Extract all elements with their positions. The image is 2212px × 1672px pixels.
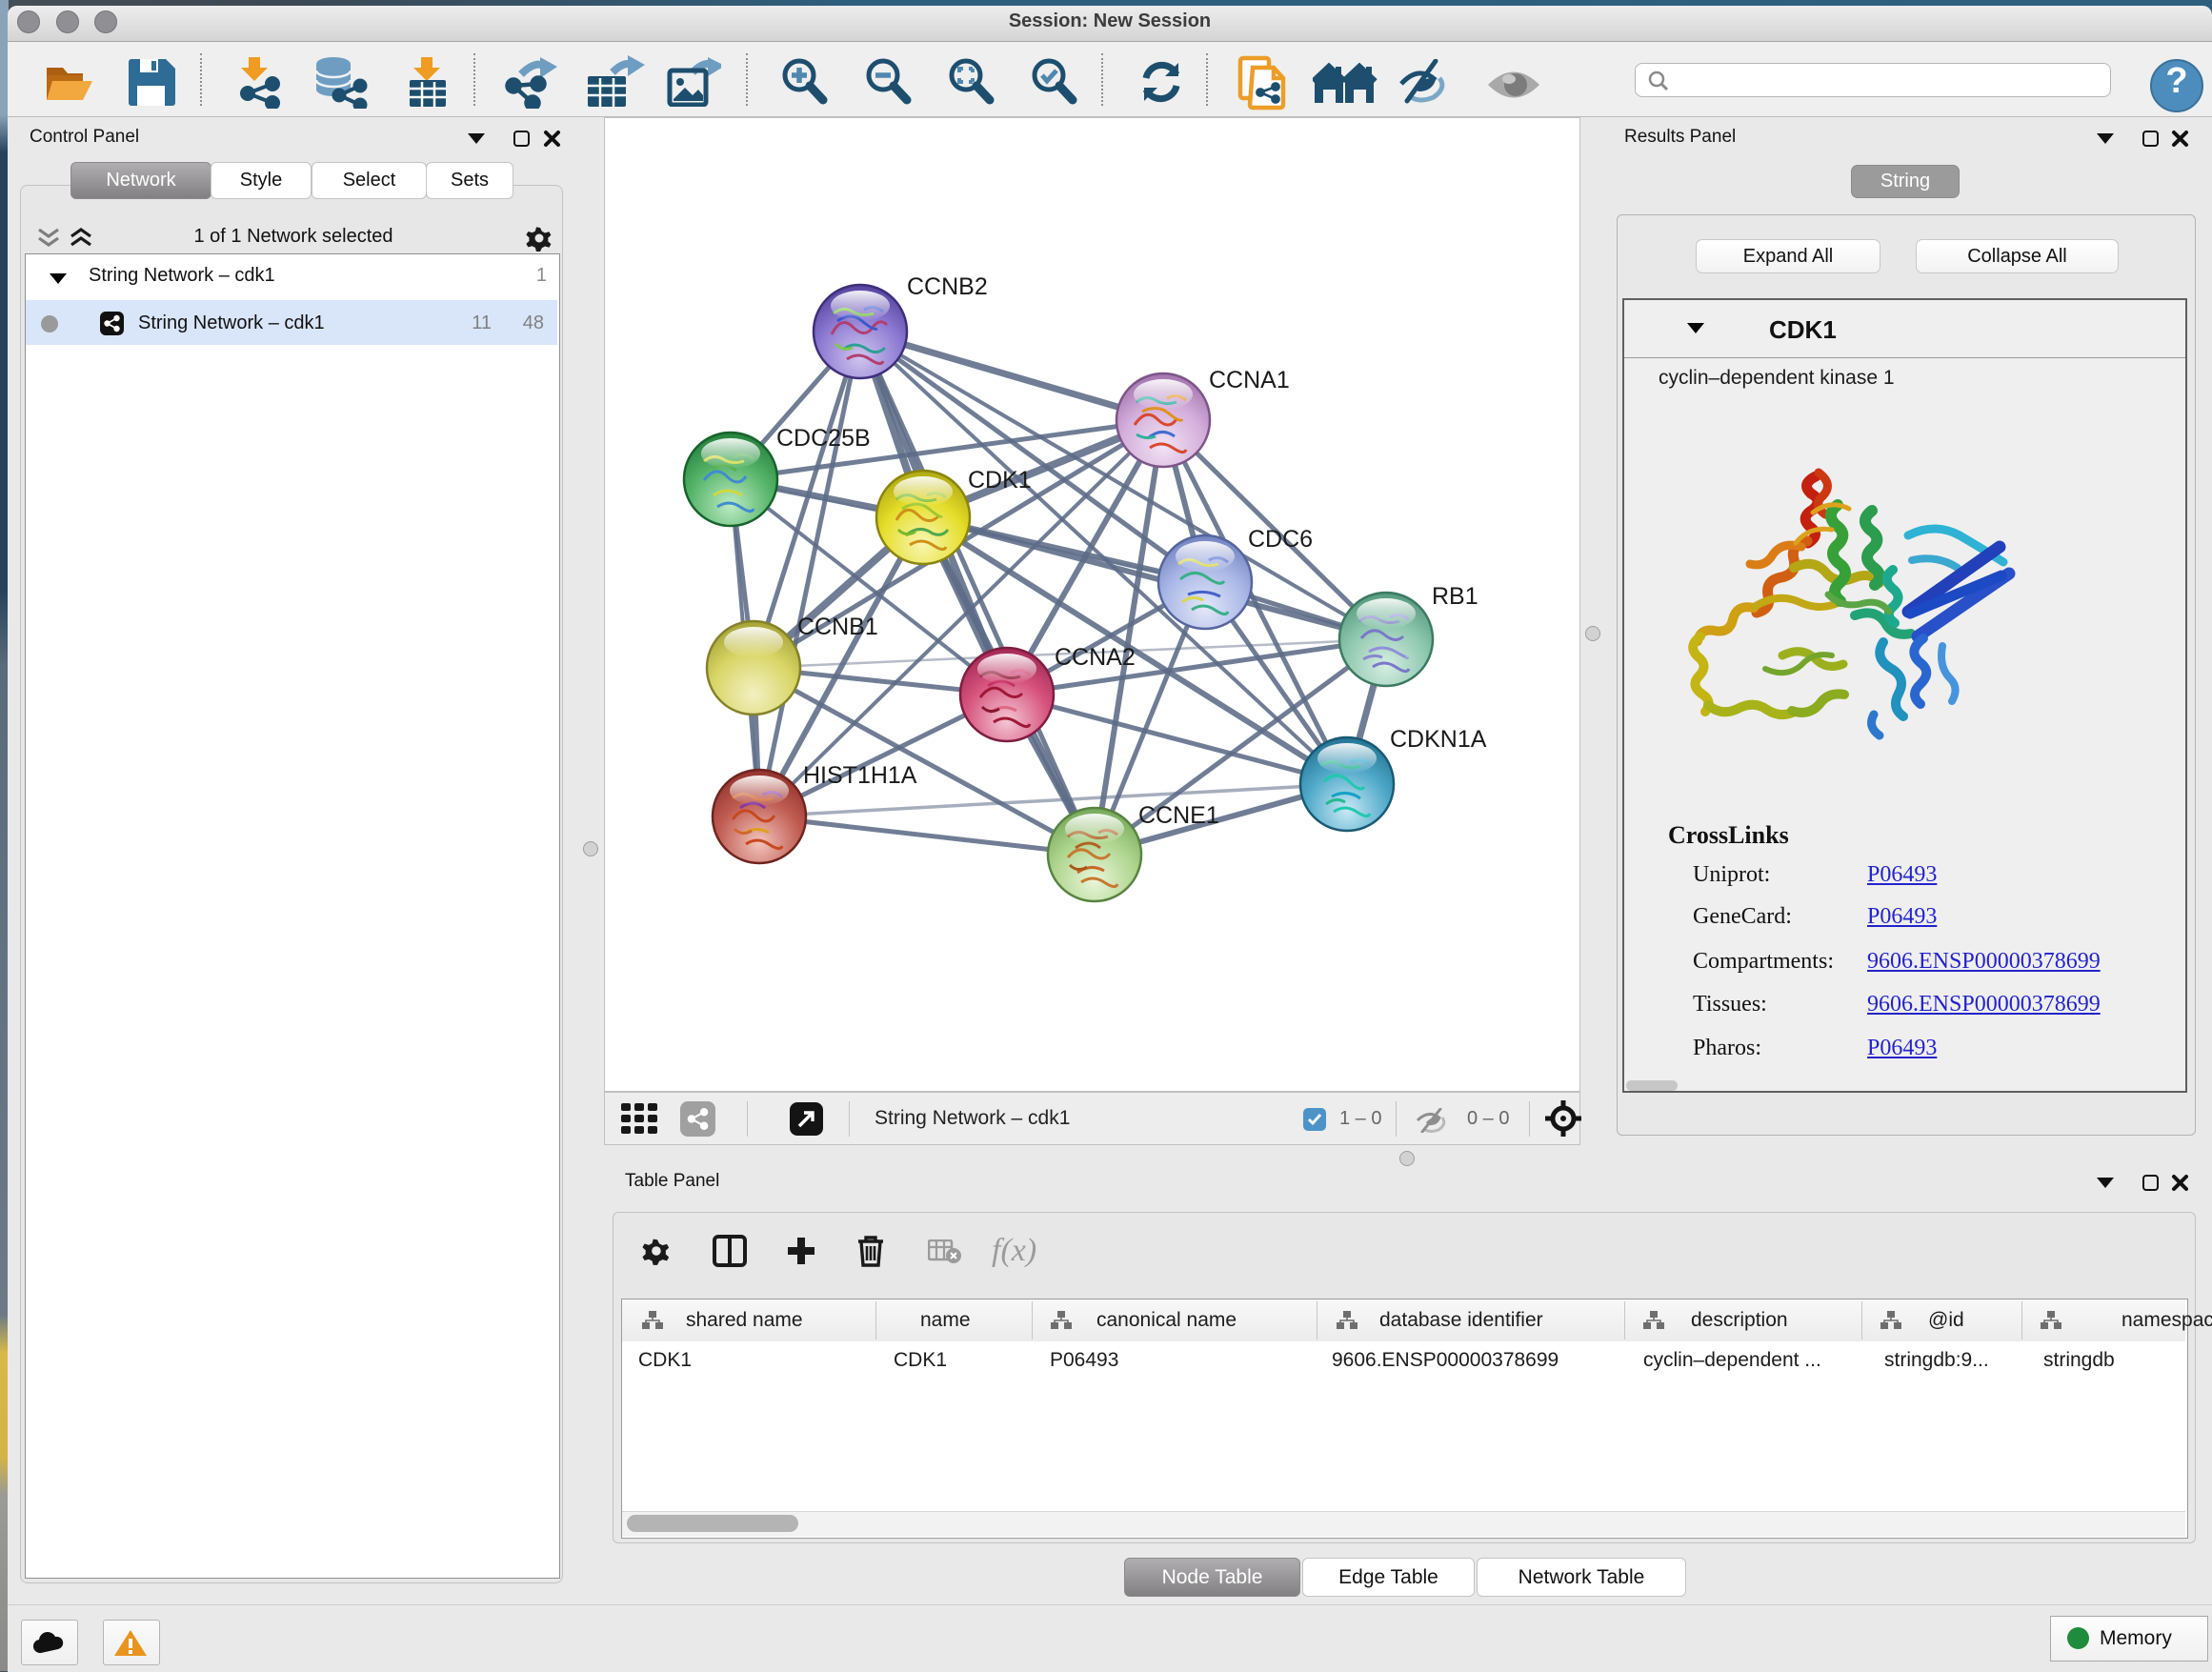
- svg-text:CDK1: CDK1: [968, 467, 1032, 494]
- svg-text:CCNB1: CCNB1: [797, 614, 878, 640]
- svg-text:CCNE1: CCNE1: [1138, 802, 1219, 829]
- svg-text:CCNA1: CCNA1: [1209, 367, 1290, 393]
- svg-text:HIST1H1A: HIST1H1A: [803, 762, 917, 789]
- svg-text:CDC25B: CDC25B: [776, 425, 871, 452]
- svg-text:CDKN1A: CDKN1A: [1390, 726, 1487, 753]
- svg-text:CCNA2: CCNA2: [1055, 644, 1136, 671]
- svg-text:CDC6: CDC6: [1248, 526, 1313, 553]
- svg-text:RB1: RB1: [1432, 583, 1478, 610]
- svg-text:CCNB2: CCNB2: [907, 273, 988, 300]
